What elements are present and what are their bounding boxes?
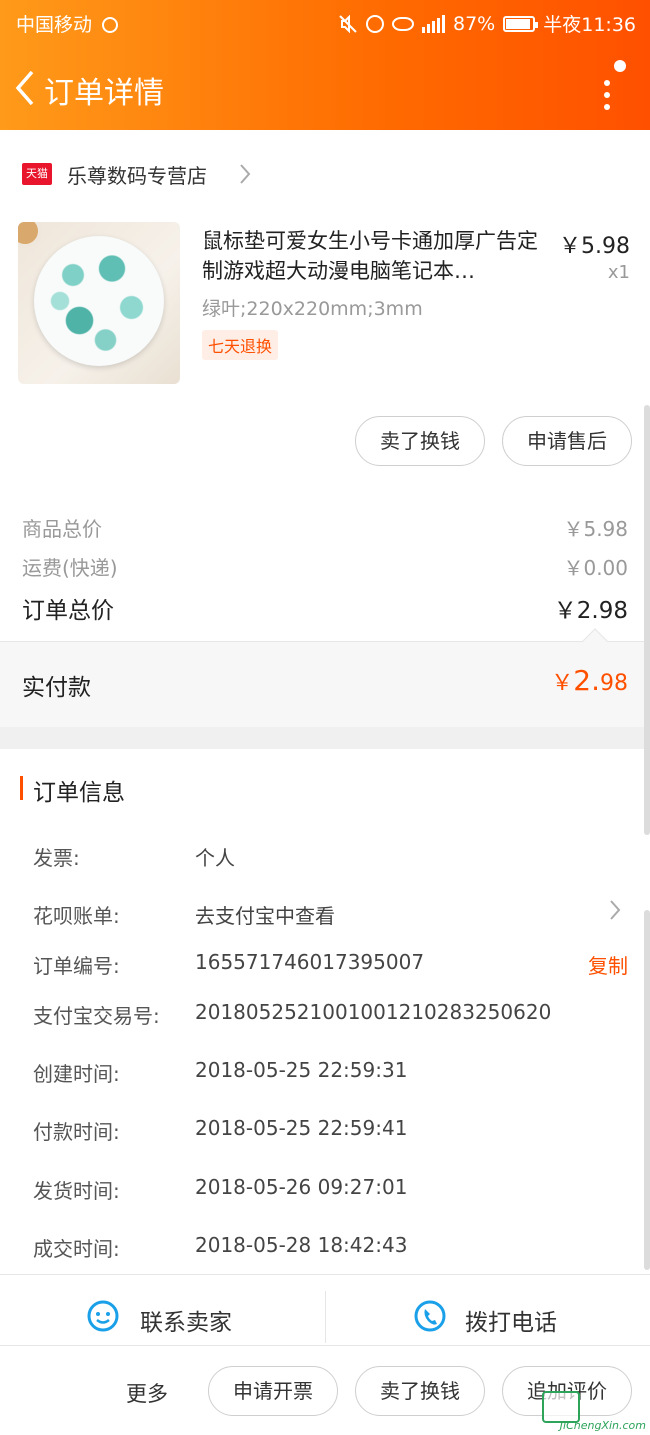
shipped-time-row: 发货时间: 2018-05-26 09:27:01	[33, 1175, 630, 1215]
seven-day-return-tag: 七天退换	[202, 330, 279, 360]
section-accent-bar	[20, 776, 23, 800]
clock: 半夜11:36	[543, 14, 636, 36]
sell-button[interactable]: 卖了换钱	[355, 416, 485, 466]
more-button[interactable]: 更多	[126, 1378, 168, 1408]
info-label: 创建时间:	[33, 1062, 120, 1086]
alipay-trade-row: 支付宝交易号: 2018052521001001210283250620	[33, 1000, 630, 1040]
caret-pointer	[582, 628, 608, 654]
product-price: ￥5.98	[559, 234, 630, 259]
order-info-title: 订单信息	[33, 780, 125, 806]
product-spec: 绿叶;220x220mm;3mm	[202, 298, 423, 320]
info-label: 发票:	[33, 846, 80, 870]
store-name: 乐尊数码专营店	[67, 164, 207, 188]
chat-face-icon	[86, 1299, 120, 1333]
info-value: 个人	[195, 846, 235, 870]
more-menu-icon[interactable]	[592, 60, 626, 120]
carrier-name: 中国移动	[16, 14, 93, 36]
product-quantity: x1	[607, 262, 630, 283]
product-title: 鼠标垫可爱女生小号卡通加厚广告定制游戏超大动漫电脑笔记本…	[202, 229, 538, 283]
status-bar: 中国移动 87% 半夜11:36	[0, 0, 650, 46]
shipping-value: ￥0.00	[563, 556, 628, 580]
request-invoice-button[interactable]: 申请开票	[208, 1366, 338, 1416]
status-icons: 87% 半夜11:36	[338, 10, 636, 37]
order-number-row: 订单编号: 165571746017395007 复制	[33, 950, 630, 990]
info-value: 2018052521001001210283250620	[195, 1000, 552, 1024]
completed-time-row: 成交时间: 2018-05-28 18:42:43	[33, 1233, 630, 1273]
contact-seller-button[interactable]: 联系卖家	[0, 1275, 325, 1347]
paid-decimal: 98	[600, 671, 628, 696]
chevron-right-icon	[608, 898, 622, 928]
item-actions: 卖了换钱 申请售后	[0, 416, 650, 468]
info-label: 支付宝交易号:	[33, 1004, 160, 1028]
chevron-right-icon	[238, 162, 252, 192]
paid-amount-band: 实付款 ￥2.98	[0, 628, 650, 727]
info-value: 去支付宝中查看	[195, 904, 335, 928]
order-total-value: ￥2.98	[553, 598, 628, 624]
sell-for-cash-button[interactable]: 卖了换钱	[355, 1366, 485, 1416]
battery-percent: 87%	[453, 12, 496, 35]
contact-seller-label: 联系卖家	[140, 1310, 232, 1336]
scrollbar-lower	[644, 910, 650, 1270]
back-arrow-icon[interactable]	[12, 68, 40, 108]
info-label: 付款时间:	[33, 1120, 120, 1144]
info-value: 165571746017395007	[195, 950, 425, 974]
notification-dot	[614, 60, 626, 72]
carrier: 中国移动	[16, 10, 119, 37]
product-image	[18, 222, 180, 384]
copy-button[interactable]: 复制	[588, 950, 628, 979]
coffee-cup-decor	[18, 222, 42, 248]
invoice-row: 发票: 个人	[33, 842, 630, 882]
info-label: 花呗账单:	[33, 904, 120, 928]
after-sale-button[interactable]: 申请售后	[502, 416, 632, 466]
created-time-row: 创建时间: 2018-05-25 22:59:31	[33, 1058, 630, 1098]
section-divider	[0, 727, 650, 749]
contact-bar: 联系卖家 拨打电话	[0, 1274, 650, 1346]
info-label: 成交时间:	[33, 1237, 120, 1261]
shipping-label: 运费(快递)	[22, 556, 118, 580]
tmall-badge: 天猫	[22, 163, 52, 185]
signal-icon	[422, 14, 445, 33]
nav-bar: 订单详情	[0, 48, 650, 128]
mousepad-graphic	[34, 236, 164, 366]
huabei-bill-row[interactable]: 花呗账单: 去支付宝中查看	[33, 900, 630, 940]
paid-value: ￥2.98	[551, 664, 628, 697]
info-value: 2018-05-25 22:59:41	[195, 1116, 408, 1140]
scrollbar[interactable]	[644, 405, 650, 835]
alarm-icon	[366, 14, 384, 33]
phone-icon	[413, 1299, 447, 1333]
info-label: 发货时间:	[33, 1179, 120, 1203]
battery-icon	[503, 15, 539, 32]
page-title: 订单详情	[44, 76, 164, 111]
hd-call-icon	[102, 17, 119, 33]
mute-icon	[338, 14, 358, 33]
call-phone-label: 拨打电话	[465, 1310, 557, 1336]
paid-integer: 2.	[573, 664, 600, 697]
site-watermark: JiChengXin.com	[530, 1385, 650, 1435]
product-item[interactable]: 鼠标垫可爱女生小号卡通加厚广告定制游戏超大动漫电脑笔记本… ￥5.98 x1 绿…	[0, 222, 650, 390]
info-label: 订单编号:	[33, 954, 120, 978]
call-phone-button[interactable]: 拨打电话	[325, 1275, 650, 1347]
info-value: 2018-05-25 22:59:31	[195, 1058, 408, 1082]
paid-time-row: 付款时间: 2018-05-25 22:59:41	[33, 1116, 630, 1156]
header-bar: 中国移动 87% 半夜11:36 订单详情	[0, 0, 650, 130]
paid-currency: ￥	[551, 671, 574, 696]
store-row[interactable]: 天猫 乐尊数码专营店	[0, 148, 650, 200]
eye-comfort-icon	[392, 16, 414, 31]
info-value: 2018-05-26 09:27:01	[195, 1175, 408, 1199]
order-total-label: 订单总价	[22, 598, 114, 624]
info-value: 2018-05-28 18:42:43	[195, 1233, 408, 1257]
paid-label: 实付款	[22, 675, 91, 701]
goods-total-value: ￥5.98	[563, 517, 628, 541]
goods-total-label: 商品总价	[22, 517, 102, 541]
watermark-text: JiChengXin.com	[559, 1419, 646, 1432]
